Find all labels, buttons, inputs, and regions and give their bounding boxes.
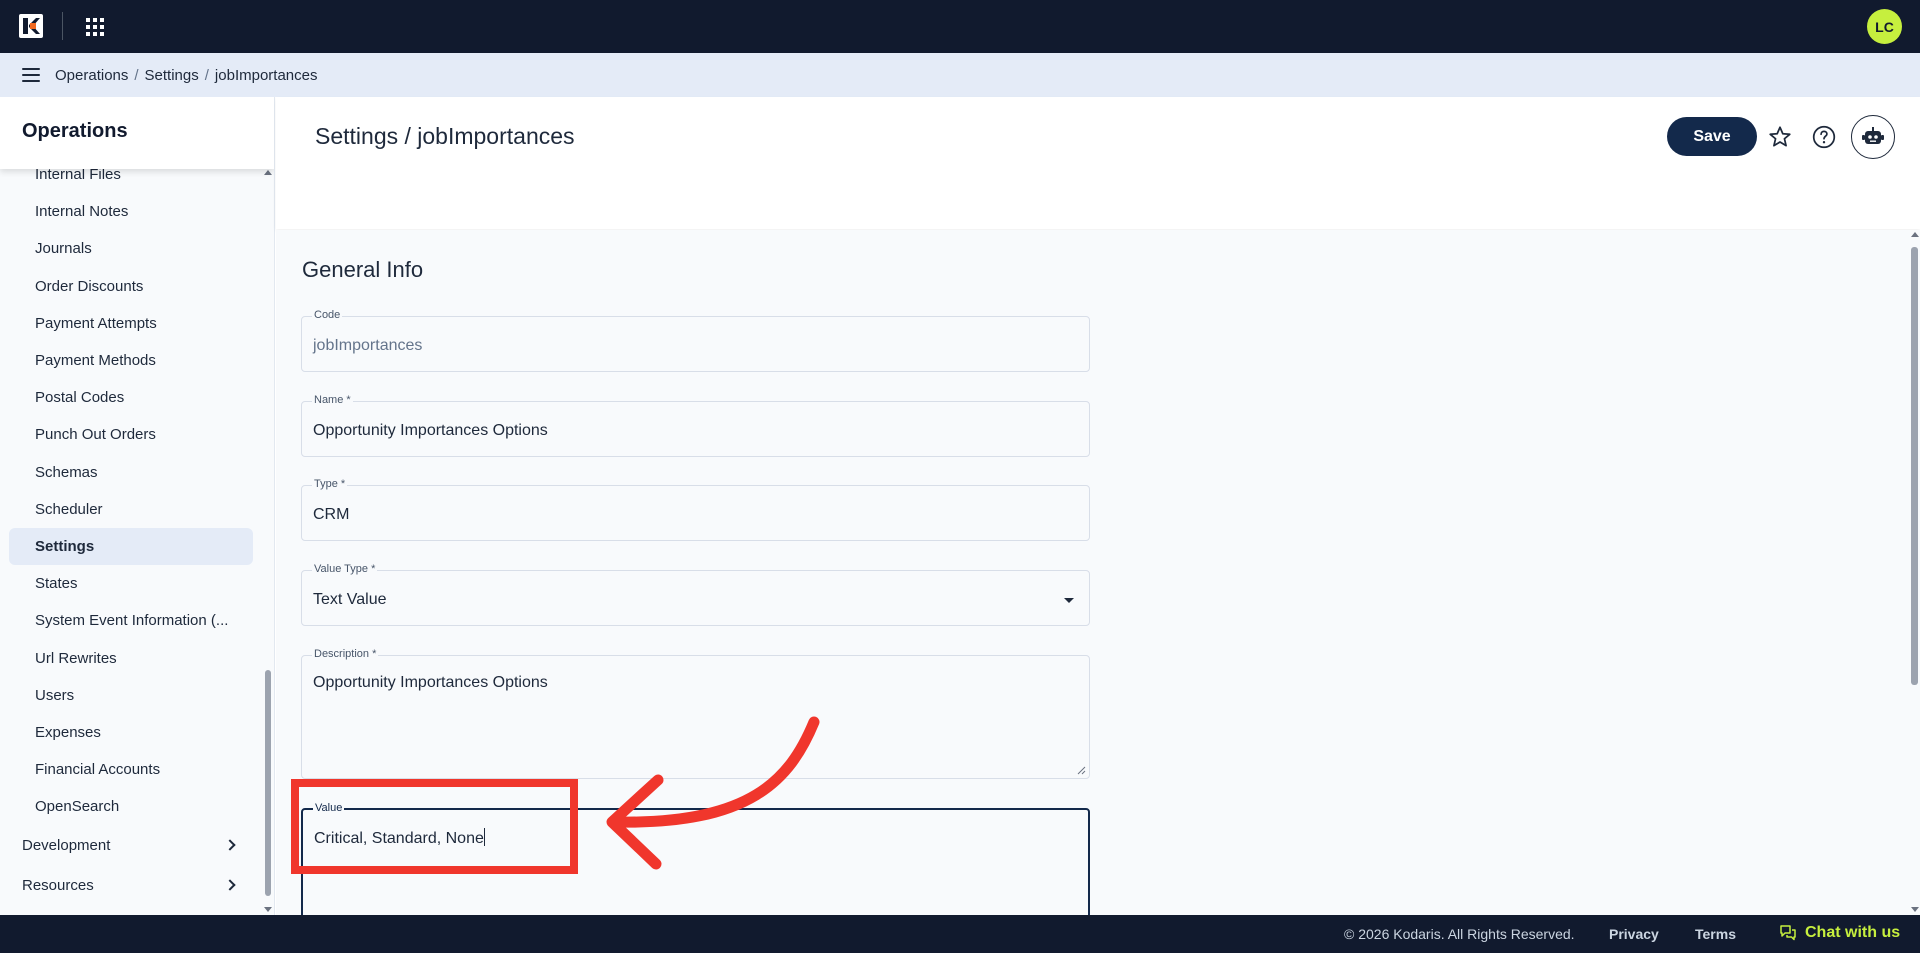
field-label: Value Type * — [312, 563, 378, 575]
scroll-up-arrow-icon[interactable] — [264, 170, 272, 175]
sidebar-group-label: Development — [22, 836, 111, 854]
sidebar-group-resources[interactable]: Resources — [0, 865, 262, 905]
top-bar: LC — [0, 0, 1920, 53]
type-value: CRM — [313, 506, 350, 523]
sidebar-item-expenses[interactable]: Expenses — [9, 714, 253, 751]
sidebar-item-url-rewrites[interactable]: Url Rewrites — [9, 639, 253, 676]
scroll-up-arrow-icon[interactable] — [1911, 232, 1919, 237]
sidebar: Operations Internal Files Internal Notes… — [0, 97, 275, 915]
user-avatar[interactable]: LC — [1867, 9, 1902, 44]
main-scrollbar[interactable] — [1909, 232, 1920, 912]
sidebar-group-label: Resources — [22, 876, 94, 894]
topbar-divider — [62, 12, 63, 40]
value-type-value: Text Value — [313, 591, 387, 608]
page-header: Settings / jobImportances Save — [276, 97, 1920, 229]
hamburger-menu-icon[interactable] — [22, 68, 40, 82]
privacy-link[interactable]: Privacy — [1609, 926, 1659, 942]
value-type-select[interactable]: Value Type * Text Value — [301, 563, 1090, 626]
sidebar-item-opensearch[interactable]: OpenSearch — [9, 788, 253, 825]
sidebar-item-users[interactable]: Users — [9, 677, 253, 714]
main-scrollbar-thumb[interactable] — [1911, 247, 1918, 685]
field-label: Value — [313, 802, 345, 814]
help-icon[interactable] — [1811, 124, 1837, 150]
name-value: Opportunity Importances Options — [313, 422, 548, 439]
copyright-text: © 2026 Kodaris. All Rights Reserved. — [1344, 926, 1575, 942]
breadcrumb-settings[interactable]: Settings — [145, 67, 199, 84]
breadcrumb-bar: Operations / Settings / jobImportances — [0, 53, 1920, 97]
text-cursor — [483, 828, 485, 846]
apps-grid-icon[interactable] — [85, 17, 105, 37]
sidebar-scrollbar-thumb[interactable] — [265, 670, 271, 896]
resize-handle-icon[interactable] — [1076, 765, 1086, 775]
breadcrumb-current: jobImportances — [214, 66, 318, 84]
sidebar-item-postal-codes[interactable]: Postal Codes — [9, 379, 253, 416]
value-text: Critical, Standard, None — [314, 830, 484, 847]
star-icon[interactable] — [1767, 124, 1793, 150]
breadcrumb: Operations / Settings / jobImportances — [55, 67, 317, 84]
sidebar-item-order-discounts[interactable]: Order Discounts — [9, 268, 253, 305]
scroll-down-arrow-icon[interactable] — [264, 907, 272, 912]
code-value: jobImportances — [313, 337, 423, 354]
form-content: General Info Code jobImportances Name * … — [276, 230, 1920, 915]
sidebar-item-punch-out-orders[interactable]: Punch Out Orders — [9, 416, 253, 453]
section-title: General Info — [302, 257, 424, 282]
chat-with-us-button[interactable]: Chat with us — [1779, 924, 1900, 942]
field-label: Description * — [312, 648, 379, 660]
sidebar-item-payment-attempts[interactable]: Payment Attempts — [9, 305, 253, 342]
type-field[interactable]: Type * CRM — [301, 478, 1090, 541]
sidebar-list: Internal Files Internal Notes Journals O… — [0, 156, 262, 905]
breadcrumb-operations[interactable]: Operations — [55, 67, 128, 84]
scroll-down-arrow-icon[interactable] — [1911, 907, 1919, 912]
robot-icon — [1862, 127, 1884, 144]
sidebar-item-internal-notes[interactable]: Internal Notes — [9, 193, 253, 230]
terms-link[interactable]: Terms — [1695, 926, 1736, 942]
sidebar-header: Operations — [0, 97, 274, 169]
footer: © 2026 Kodaris. All Rights Reserved. Pri… — [0, 915, 1920, 953]
sidebar-scrollbar[interactable] — [264, 170, 272, 912]
chat-icon — [1780, 925, 1796, 941]
value-textarea[interactable]: Value Critical, Standard, None — [301, 802, 1090, 915]
kodaris-logo[interactable] — [19, 14, 43, 38]
field-label: Name * — [312, 394, 353, 406]
breadcrumb-separator: / — [204, 66, 209, 84]
chevron-right-icon — [224, 879, 236, 892]
sidebar-item-financial-accounts[interactable]: Financial Accounts — [9, 751, 253, 788]
sidebar-item-system-event-information[interactable]: System Event Information (... — [9, 602, 253, 639]
main-panel: Settings / jobImportances Save General I… — [276, 97, 1920, 915]
chevron-right-icon — [224, 839, 236, 852]
breadcrumb-separator: / — [134, 66, 139, 84]
name-field[interactable]: Name * Opportunity Importances Options — [301, 394, 1090, 457]
sidebar-title: Operations — [22, 120, 128, 142]
sidebar-item-schemas[interactable]: Schemas — [9, 454, 253, 491]
sidebar-item-payment-methods[interactable]: Payment Methods — [9, 342, 253, 379]
chat-label: Chat with us — [1805, 924, 1901, 941]
dropdown-caret-icon[interactable] — [1064, 598, 1074, 603]
page-title: Settings / jobImportances — [315, 123, 575, 149]
sidebar-item-journals[interactable]: Journals — [9, 230, 253, 267]
field-label: Type * — [312, 478, 348, 490]
code-field[interactable]: Code jobImportances — [301, 309, 1090, 372]
value-value: Critical, Standard, None — [314, 828, 485, 848]
sidebar-item-settings[interactable]: Settings — [9, 527, 253, 566]
save-button[interactable]: Save — [1667, 117, 1757, 156]
description-value: Opportunity Importances Options — [313, 674, 548, 691]
sidebar-item-scheduler[interactable]: Scheduler — [9, 491, 253, 528]
field-label: Code — [312, 309, 343, 321]
description-textarea[interactable]: Description * Opportunity Importances Op… — [301, 648, 1090, 779]
ai-assistant-button[interactable] — [1851, 115, 1895, 159]
sidebar-item-states[interactable]: States — [9, 565, 253, 602]
sidebar-group-development[interactable]: Development — [0, 825, 262, 865]
